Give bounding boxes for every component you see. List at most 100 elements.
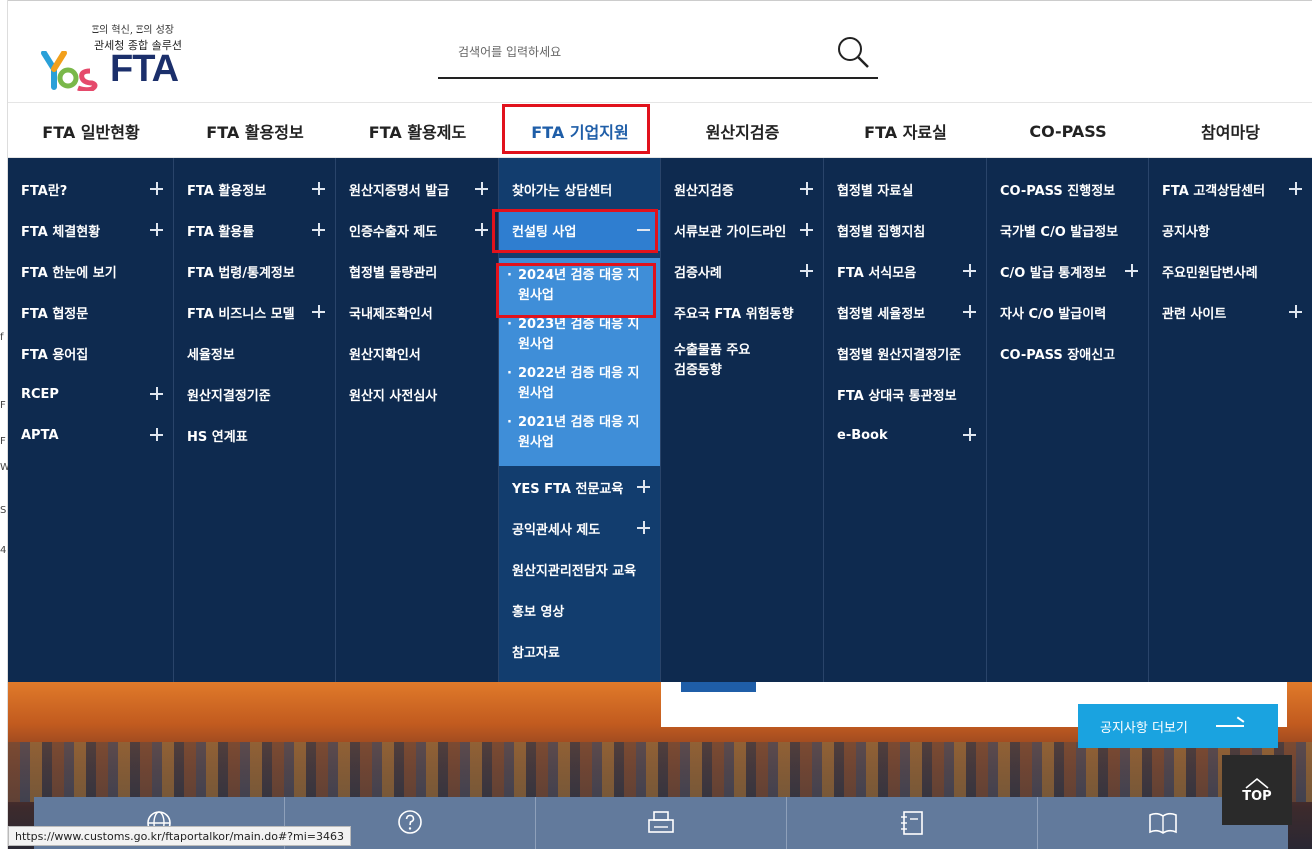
menu-item-label: 원산지증명서 발급 [349, 184, 450, 199]
menu-item-label: 참고자료 [512, 646, 560, 661]
plus-icon[interactable] [312, 182, 325, 195]
notice-more-button[interactable]: 공지사항 더보기 [1078, 704, 1278, 748]
printer-icon [648, 811, 674, 833]
submenu-item-2022[interactable]: · 2022년 검증 대응 지원사업 [499, 364, 660, 413]
tab-origin-verification[interactable]: 원산지검증 [661, 103, 824, 159]
menu-item-label: 협정별 집행지침 [837, 225, 926, 240]
menu-item-label: C/O 발급 통계정보 [1000, 266, 1107, 281]
menu-item[interactable]: FTA 협정문 [8, 292, 173, 333]
menu-column-fta-utilization-info: FTA 활용정보 FTA 활용률 FTA 법령/통계정보 FTA 비즈니스 모델… [174, 158, 336, 682]
menu-item[interactable]: 협정별 집행지침 [824, 210, 986, 251]
menu-item[interactable]: 서류보관 가이드라인 [661, 210, 823, 251]
plus-icon[interactable] [150, 387, 163, 400]
submenu-item-2024[interactable]: · 2024년 검증 대응 지원사업 [499, 266, 660, 315]
menu-item[interactable]: 관련 사이트 [1149, 292, 1312, 333]
tab-fta-library[interactable]: FTA 자료실 [824, 103, 987, 159]
menu-item[interactable]: 인증수출자 제도 [336, 210, 498, 251]
tab-fta-general[interactable]: FTA 일반현황 [8, 103, 174, 159]
menu-item[interactable]: 공지사항 [1149, 210, 1312, 251]
search-input[interactable] [458, 41, 818, 63]
menu-item[interactable]: 국가별 C/O 발급정보 [987, 210, 1148, 251]
plus-icon[interactable] [312, 305, 325, 318]
menu-item[interactable]: RCEP [8, 374, 173, 415]
plus-icon[interactable] [963, 305, 976, 318]
plus-icon[interactable] [1289, 182, 1302, 195]
menu-item[interactable]: FTA 비즈니스 모델 [174, 292, 335, 333]
plus-icon[interactable] [800, 223, 813, 236]
menu-item-label: FTA 체결현황 [21, 225, 101, 240]
menu-item[interactable]: 원산지결정기준 [174, 374, 335, 415]
plus-icon[interactable] [1125, 264, 1138, 277]
menu-item[interactable]: FTA 활용정보 [174, 169, 335, 210]
menu-item[interactable]: 세율정보 [174, 333, 335, 374]
plus-icon[interactable] [150, 182, 163, 195]
plus-icon[interactable] [637, 480, 650, 493]
menu-item[interactable]: FTA 법령/통계정보 [174, 251, 335, 292]
menu-item[interactable]: 찾아가는 상담센터 [499, 169, 660, 210]
plus-icon[interactable] [963, 264, 976, 277]
menu-item[interactable]: FTA란? [8, 169, 173, 210]
plus-icon[interactable] [1289, 305, 1302, 318]
menu-item[interactable]: CO-PASS 장애신고 [987, 333, 1148, 374]
menu-item[interactable]: 검증사례 [661, 251, 823, 292]
menu-item[interactable]: 수출물품 주요 검증동향 [661, 333, 771, 393]
plus-icon[interactable] [800, 264, 813, 277]
tab-participation[interactable]: 참여마당 [1149, 103, 1312, 159]
menu-item[interactable]: 주요국 FTA 위험동향 [661, 292, 823, 333]
quick-menu-notebook[interactable] [787, 797, 1038, 849]
tab-co-pass[interactable]: CO-PASS [987, 103, 1149, 159]
menu-item[interactable]: FTA 체결현황 [8, 210, 173, 251]
menu-item[interactable]: 원산지증명서 발급 [336, 169, 498, 210]
yesfta-logo[interactable]: Ξ의 혁신, Ξ의 성장 관세청 종합 솔루션 FTA [40, 21, 200, 91]
menu-item[interactable]: 협정별 세율정보 [824, 292, 986, 333]
menu-item[interactable]: C/O 발급 통계정보 [987, 251, 1148, 292]
submenu-item-2023[interactable]: · 2023년 검증 대응 지원사업 [499, 315, 660, 364]
minus-icon[interactable] [637, 223, 650, 236]
menu-item[interactable]: 홍보 영상 [499, 590, 660, 631]
submenu-item-2021[interactable]: · 2021년 검증 대응 지원사업 [499, 413, 660, 462]
menu-item[interactable]: APTA [8, 415, 173, 456]
menu-item[interactable]: 원산지확인서 [336, 333, 498, 374]
menu-item[interactable]: FTA 상대국 통관정보 [824, 374, 986, 415]
menu-item[interactable]: 원산지 사전심사 [336, 374, 498, 415]
menu-item[interactable]: HS 연계표 [174, 415, 335, 456]
search-icon[interactable] [836, 35, 870, 69]
menu-item[interactable]: 협정별 물량관리 [336, 251, 498, 292]
quick-menu-print[interactable] [536, 797, 787, 849]
plus-icon[interactable] [800, 182, 813, 195]
tab-fta-business-support[interactable]: FTA 기업지원 [499, 103, 661, 159]
menu-item[interactable]: FTA 고객상담센터 [1149, 169, 1312, 210]
menu-item-consulting[interactable]: 컨설팅 사업 [499, 210, 660, 251]
plus-icon[interactable] [150, 223, 163, 236]
plus-icon[interactable] [475, 182, 488, 195]
menu-item-label: 자사 C/O 발급이력 [1000, 307, 1107, 322]
tab-fta-utilization-info[interactable]: FTA 활용정보 [174, 103, 336, 159]
plus-icon[interactable] [312, 223, 325, 236]
menu-item[interactable]: 협정별 원산지결정기준 [824, 333, 986, 374]
consulting-submenu: · 2024년 검증 대응 지원사업 · 2023년 검증 대응 지원사업 · 202… [499, 258, 660, 466]
menu-item[interactable]: 주요민원답변사례 [1149, 251, 1312, 292]
menu-item[interactable]: 국내제조확인서 [336, 292, 498, 333]
menu-item[interactable]: FTA 한눈에 보기 [8, 251, 173, 292]
menu-item[interactable]: FTA 용어집 [8, 333, 173, 374]
menu-item[interactable]: 공익관세사 제도 [499, 508, 660, 549]
plus-icon[interactable] [637, 521, 650, 534]
menu-item[interactable]: 참고자료 [499, 631, 660, 672]
menu-item-label: CO-PASS 장애신고 [1000, 348, 1116, 363]
menu-item[interactable]: 협정별 자료실 [824, 169, 986, 210]
menu-item[interactable]: YES FTA 전문교육 [499, 467, 660, 508]
tab-fta-utilization-system[interactable]: FTA 활용제도 [336, 103, 499, 159]
plus-icon[interactable] [475, 223, 488, 236]
scroll-top-button[interactable]: TOP [1222, 755, 1292, 825]
plus-icon[interactable] [963, 428, 976, 441]
menu-item[interactable]: 자사 C/O 발급이력 [987, 292, 1148, 333]
menu-item[interactable]: 원산지검증 [661, 169, 823, 210]
menu-item[interactable]: FTA 서식모음 [824, 251, 986, 292]
search-bar [438, 29, 878, 79]
menu-item[interactable]: CO-PASS 진행정보 [987, 169, 1148, 210]
plus-icon[interactable] [150, 428, 163, 441]
menu-item-label: FTA 한눈에 보기 [21, 266, 117, 281]
menu-item[interactable]: 원산지관리전담자 교육 [499, 549, 660, 590]
menu-item[interactable]: e-Book [824, 415, 986, 456]
menu-item[interactable]: FTA 활용률 [174, 210, 335, 251]
